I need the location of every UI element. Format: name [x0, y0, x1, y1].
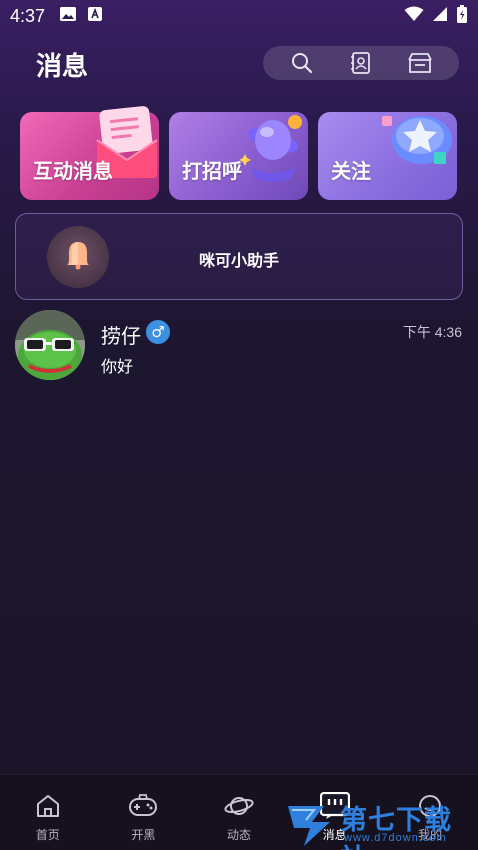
male-gender-icon: ♂: [146, 320, 170, 344]
card-label: 关注: [331, 161, 371, 183]
card-label: 打招呼: [182, 161, 242, 183]
card-greetings[interactable]: 打招呼: [169, 112, 308, 200]
category-cards: 互动消息 打招呼 关注: [20, 106, 458, 202]
watermark-logo-icon: [284, 802, 336, 850]
assistant-avatar: [47, 226, 109, 288]
shop-icon[interactable]: [407, 50, 433, 76]
status-bar: 4:37: [0, 0, 478, 32]
wifi-icon: [404, 6, 424, 27]
status-time: 4:37: [10, 5, 46, 26]
tab-label: 开黑: [131, 828, 156, 842]
assistant-entry[interactable]: 咪可小助手: [15, 213, 463, 300]
chat-time: 下午 4:36: [402, 324, 462, 340]
planet-toy-icon: [237, 106, 311, 190]
gamepad-icon: [128, 791, 158, 821]
contacts-icon[interactable]: [348, 50, 374, 76]
watermark: 第七下载站 www.d7down.com: [284, 798, 478, 850]
chat-name: 捞仔: [101, 326, 141, 348]
tab-label: 动态: [226, 828, 251, 842]
chat-list-item[interactable]: 捞仔 ♂ 下午 4:36 你好: [0, 308, 478, 386]
card-interactive-messages[interactable]: 互动消息: [20, 106, 159, 200]
image-icon: [59, 6, 77, 27]
planet-icon: [224, 791, 254, 821]
battery-icon: [456, 4, 468, 29]
font-icon: [87, 6, 103, 27]
signal-icon: [432, 6, 448, 27]
tab-moments[interactable]: 动态: [191, 775, 287, 850]
tab-gaming[interactable]: 开黑: [96, 775, 192, 850]
tab-home[interactable]: 首页: [0, 775, 96, 850]
header-actions: [263, 46, 459, 80]
chat-preview: 你好: [101, 359, 134, 376]
home-icon: [33, 791, 63, 821]
tab-label: 首页: [35, 828, 60, 842]
assistant-name: 咪可小助手: [199, 253, 280, 270]
star-bubble-icon: [376, 108, 456, 182]
search-icon[interactable]: [289, 50, 315, 76]
avatar[interactable]: [15, 310, 85, 380]
bell-icon: [65, 240, 91, 274]
card-label: 互动消息: [33, 161, 113, 183]
page-title: 消息: [36, 51, 89, 81]
watermark-url: www.d7down.com: [344, 832, 447, 844]
header: 消息: [0, 40, 478, 90]
card-following[interactable]: 关注: [318, 112, 457, 200]
